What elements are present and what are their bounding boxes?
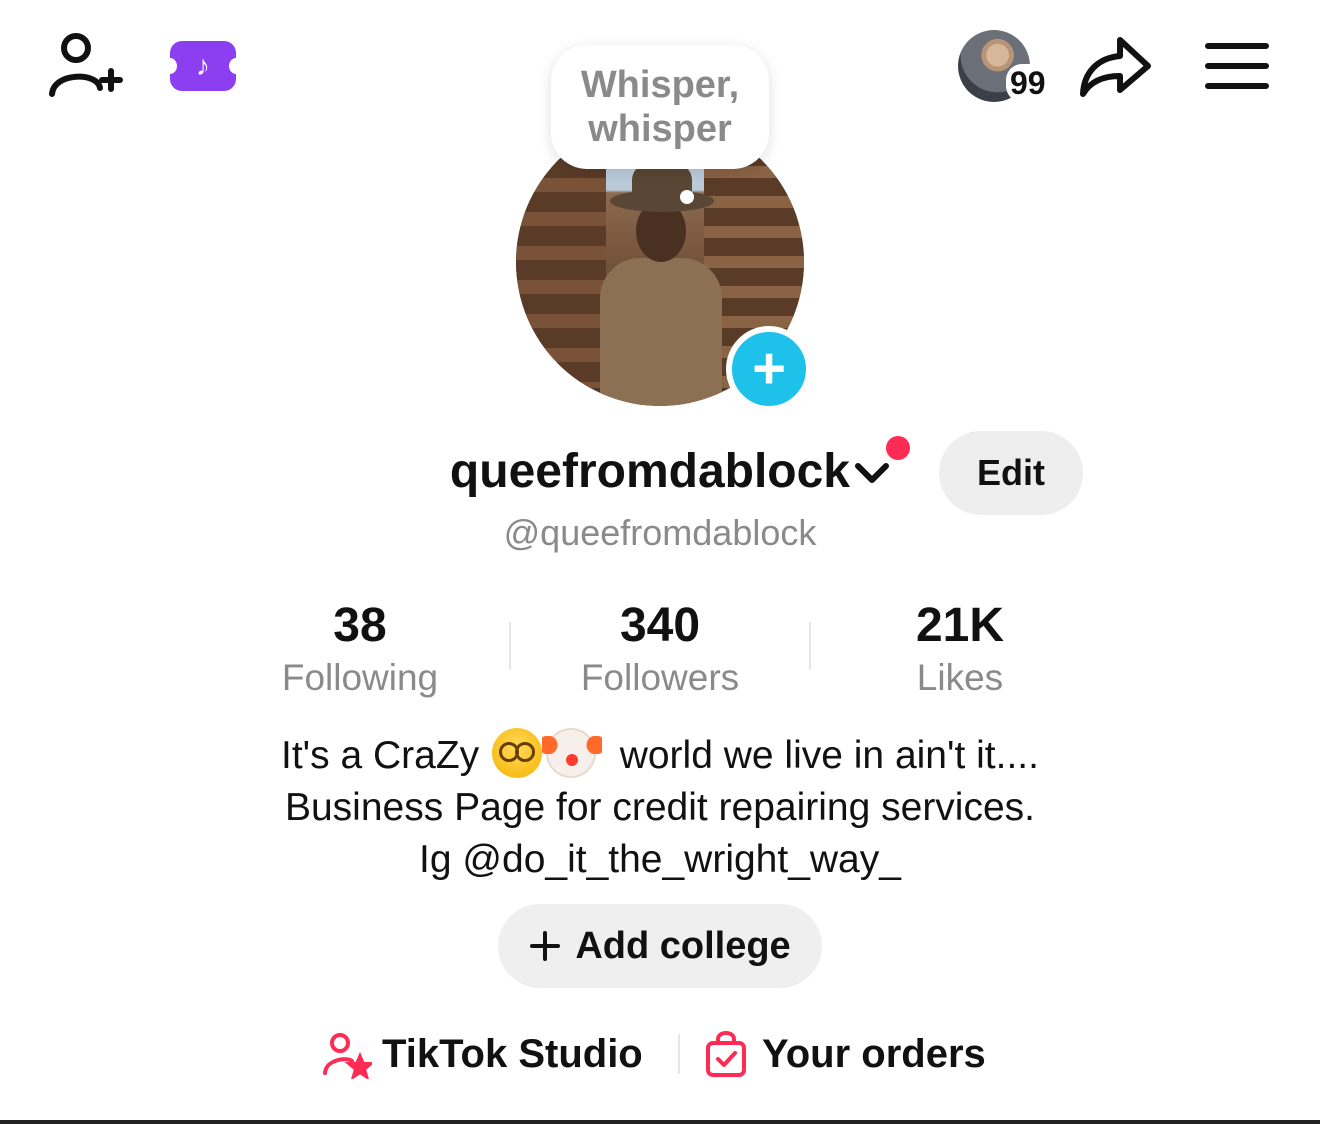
stat-value: 340	[619, 599, 701, 652]
tiktok-studio-label: TikTok Studio	[382, 1031, 643, 1076]
share-icon[interactable]	[1078, 32, 1154, 102]
add-college-button[interactable]: Add college	[498, 904, 822, 988]
visitors-count-badge: 99	[1006, 64, 1050, 102]
your-orders-link[interactable]: Your orders	[704, 1022, 986, 1086]
stat-label: Likes	[916, 657, 1004, 698]
clown-face-icon	[542, 728, 603, 778]
stat-value: 21K	[915, 599, 1005, 652]
ticket-icon[interactable]: ♪	[163, 41, 243, 91]
stat-followers[interactable]: 340 Followers	[510, 598, 810, 702]
bio: It's a CraZy world we live in ain't it..…	[160, 728, 1160, 886]
stat-value: 38	[333, 599, 387, 652]
link-divider	[678, 1034, 680, 1074]
bottom-divider	[0, 1120, 1320, 1124]
bio-line-2: Business Page for credit repairing servi…	[284, 786, 1035, 829]
note-text: Whisper, whisper	[580, 64, 740, 150]
your-orders-label: Your orders	[762, 1031, 986, 1076]
stat-label: Following	[281, 657, 439, 698]
person-star-icon	[323, 1033, 372, 1079]
add-story-plus-icon[interactable]: +	[726, 326, 812, 412]
display-name[interactable]: queefromdablock	[380, 444, 850, 499]
shopping-bag-icon	[706, 1031, 746, 1077]
tiktok-studio-link[interactable]: TikTok Studio	[322, 1022, 643, 1086]
profile-visitors-button[interactable]: 99	[958, 30, 1054, 106]
stat-likes[interactable]: 21K Likes	[810, 598, 1110, 702]
bio-line-1: It's a CraZy world we live in ain't it..…	[160, 728, 1160, 782]
music-note-icon: ♪	[196, 50, 210, 81]
dizzy-face-icon	[492, 728, 543, 778]
notification-dot	[886, 436, 910, 460]
username: @queefromdablock	[503, 512, 817, 553]
bio-line-3: Ig @do_it_the_wright_way_	[419, 838, 901, 881]
edit-profile-button[interactable]: Edit	[939, 431, 1083, 515]
chevron-down-icon[interactable]	[852, 452, 892, 492]
add-college-label: Add college	[575, 924, 791, 967]
menu-icon[interactable]	[1204, 40, 1270, 92]
stat-following[interactable]: 38 Following	[210, 598, 510, 702]
note-bubble[interactable]: Whisper, whisper	[551, 45, 769, 169]
stat-label: Followers	[580, 657, 740, 698]
add-friend-icon[interactable]	[44, 28, 124, 104]
plus-icon	[530, 931, 561, 961]
